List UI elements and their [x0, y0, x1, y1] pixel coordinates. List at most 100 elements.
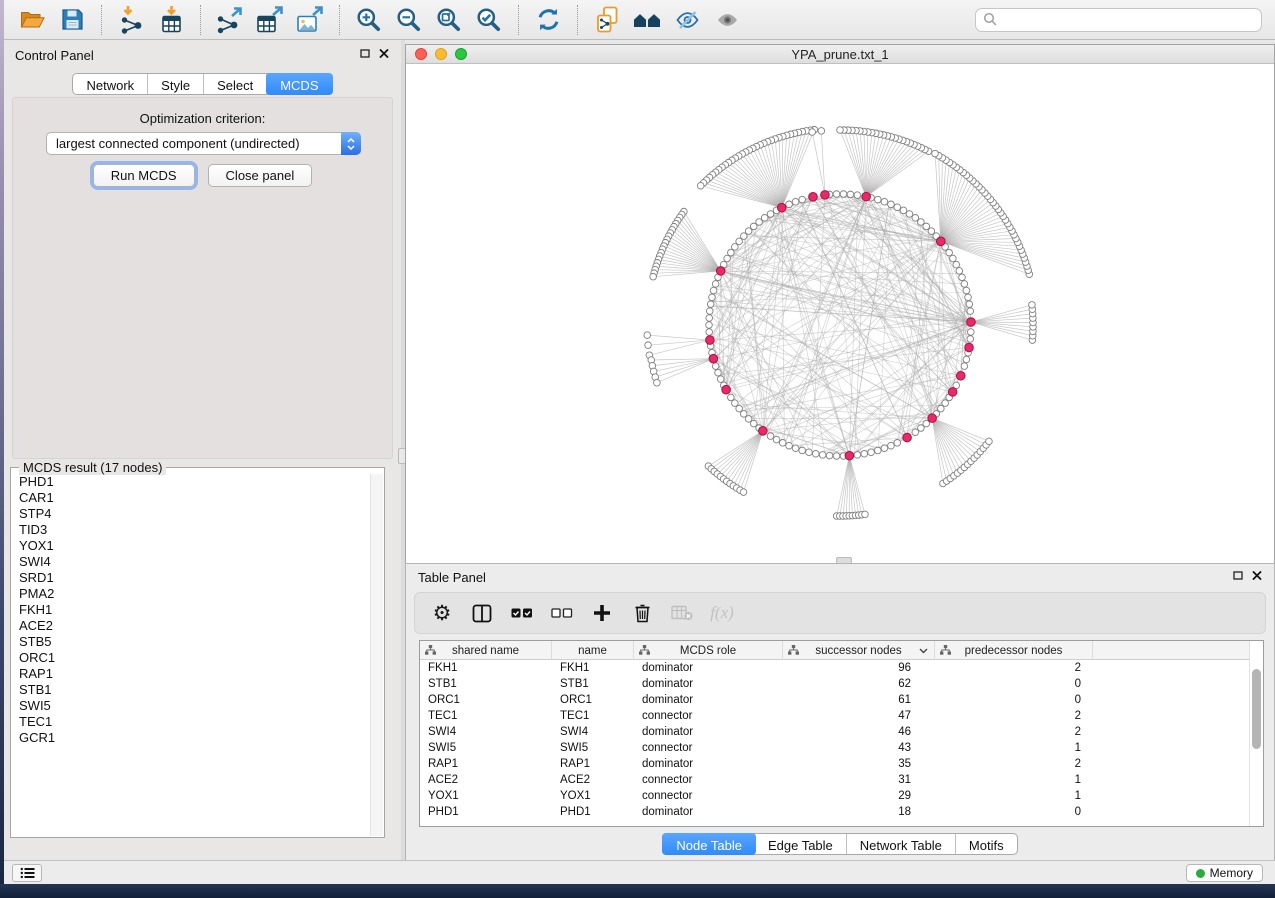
graph-mcds-hub-node[interactable]	[759, 427, 768, 436]
result-list-scrollbar[interactable]	[370, 474, 383, 836]
table-cell[interactable]: 62	[783, 676, 935, 692]
open-session-button[interactable]	[15, 4, 49, 36]
save-session-button[interactable]	[55, 4, 89, 36]
table-row[interactable]: FKH1FKH1dominator962	[420, 660, 1250, 676]
table-cell[interactable]: PHD1	[552, 804, 634, 820]
float-table-panel-icon[interactable]	[1233, 571, 1243, 580]
table-tab-network-table[interactable]: Network Table	[847, 834, 956, 854]
deselect-all-button[interactable]	[549, 600, 575, 626]
graph-node[interactable]	[959, 274, 966, 281]
graph-node[interactable]	[712, 363, 719, 370]
graph-node[interactable]	[881, 445, 888, 452]
table-cell[interactable]: 96	[783, 660, 935, 676]
graph-leaf-node[interactable]	[818, 128, 825, 135]
zoom-in-button[interactable]	[352, 4, 386, 36]
graph-node[interactable]	[868, 449, 875, 456]
graph-leaf-node[interactable]	[837, 127, 844, 134]
graph-mcds-hub-node[interactable]	[706, 336, 715, 345]
hide-selected-button[interactable]	[670, 4, 704, 36]
table-cell[interactable]: RAP1	[552, 756, 634, 772]
graph-node[interactable]	[963, 287, 970, 294]
column-header-predecessor-nodes[interactable]: predecessor nodes	[935, 641, 1093, 660]
graph-leaf-node[interactable]	[932, 150, 939, 157]
table-cell[interactable]: 1	[935, 740, 1093, 756]
graph-mcds-hub-node[interactable]	[709, 354, 718, 363]
table-cell[interactable]: dominator	[634, 804, 783, 820]
graph-leaf-node[interactable]	[1029, 302, 1036, 309]
graph-node[interactable]	[938, 405, 945, 412]
mcds-result-item[interactable]: RAP1	[12, 666, 370, 682]
table-row[interactable]: ACE2ACE2connector311	[420, 772, 1250, 788]
graph-node[interactable]	[833, 191, 840, 198]
table-cell[interactable]: SWI4	[552, 724, 634, 740]
import-network-button[interactable]	[114, 4, 148, 36]
graph-mcds-hub-node[interactable]	[956, 371, 965, 380]
mcds-result-item[interactable]: ORC1	[12, 650, 370, 666]
graph-node[interactable]	[888, 201, 895, 208]
mcds-result-item[interactable]: SRD1	[12, 570, 370, 586]
graph-node[interactable]	[918, 219, 925, 226]
graph-node[interactable]	[728, 249, 735, 256]
column-header-mcds-role[interactable]: MCDS role	[634, 641, 783, 660]
graph-mcds-hub-node[interactable]	[965, 343, 974, 352]
graph-leaf-node[interactable]	[644, 332, 651, 339]
tab-mcds[interactable]: MCDS	[266, 73, 332, 95]
graph-mcds-hub-node[interactable]	[821, 191, 830, 200]
graph-node[interactable]	[967, 308, 974, 315]
graph-node[interactable]	[707, 301, 714, 308]
table-cell[interactable]: ORC1	[420, 692, 552, 708]
graph-node[interactable]	[961, 363, 968, 370]
graph-mcds-hub-node[interactable]	[845, 451, 854, 460]
table-row[interactable]: SWI4SWI4dominator462	[420, 724, 1250, 740]
graph-node[interactable]	[767, 211, 774, 218]
graph-leaf-node[interactable]	[697, 182, 704, 189]
apply-layout-button[interactable]	[531, 4, 565, 36]
mcds-result-item[interactable]: STP4	[12, 506, 370, 522]
first-neighbors-button[interactable]	[630, 4, 664, 36]
graph-node[interactable]	[812, 450, 819, 457]
graph-node[interactable]	[950, 255, 957, 262]
graph-mcds-hub-node[interactable]	[716, 267, 725, 276]
graph-leaf-node[interactable]	[654, 379, 661, 386]
table-cell[interactable]: dominator	[634, 676, 783, 692]
table-cell[interactable]: connector	[634, 772, 783, 788]
table-cell[interactable]: 0	[935, 692, 1093, 708]
graph-leaf-node[interactable]	[740, 489, 747, 496]
graph-leaf-node[interactable]	[645, 342, 652, 349]
mcds-result-item[interactable]: TID3	[12, 522, 370, 538]
graph-mcds-hub-node[interactable]	[967, 318, 976, 327]
graph-leaf-node[interactable]	[809, 129, 816, 136]
graph-node[interactable]	[732, 244, 739, 251]
graph-mcds-hub-node[interactable]	[809, 193, 818, 202]
mcds-result-item[interactable]: ACE2	[12, 618, 370, 634]
table-cell[interactable]: 2	[935, 724, 1093, 740]
graph-node[interactable]	[779, 440, 786, 447]
graph-node[interactable]	[906, 211, 913, 218]
graph-node[interactable]	[706, 308, 713, 315]
graph-node[interactable]	[833, 453, 840, 460]
graph-node[interactable]	[773, 436, 780, 443]
close-panel-icon[interactable]	[379, 49, 389, 58]
table-cell[interactable]: connector	[634, 788, 783, 804]
graph-mcds-hub-node[interactable]	[862, 192, 871, 201]
select-all-button[interactable]	[509, 600, 535, 626]
search-input[interactable]	[975, 8, 1262, 32]
graph-node[interactable]	[706, 315, 713, 322]
table-cell[interactable]: 1	[935, 788, 1093, 804]
graph-node[interactable]	[881, 198, 888, 205]
graph-node[interactable]	[736, 238, 743, 245]
graph-node[interactable]	[946, 249, 953, 256]
table-cell[interactable]: 2	[935, 756, 1093, 772]
table-tab-edge-table[interactable]: Edge Table	[755, 834, 847, 854]
table-cell[interactable]: FKH1	[420, 660, 552, 676]
column-sort-chevron-icon[interactable]	[919, 648, 928, 654]
graph-node[interactable]	[861, 450, 868, 457]
table-tab-node-table[interactable]: Node Table	[662, 833, 756, 855]
table-cell[interactable]: dominator	[634, 692, 783, 708]
graph-mcds-hub-node[interactable]	[936, 237, 945, 246]
table-cell[interactable]: 31	[783, 772, 935, 788]
table-cell[interactable]: 2	[935, 660, 1093, 676]
graph-node[interactable]	[965, 294, 972, 301]
table-scrollbar-thumb[interactable]	[1252, 669, 1261, 749]
graph-node[interactable]	[961, 281, 968, 288]
